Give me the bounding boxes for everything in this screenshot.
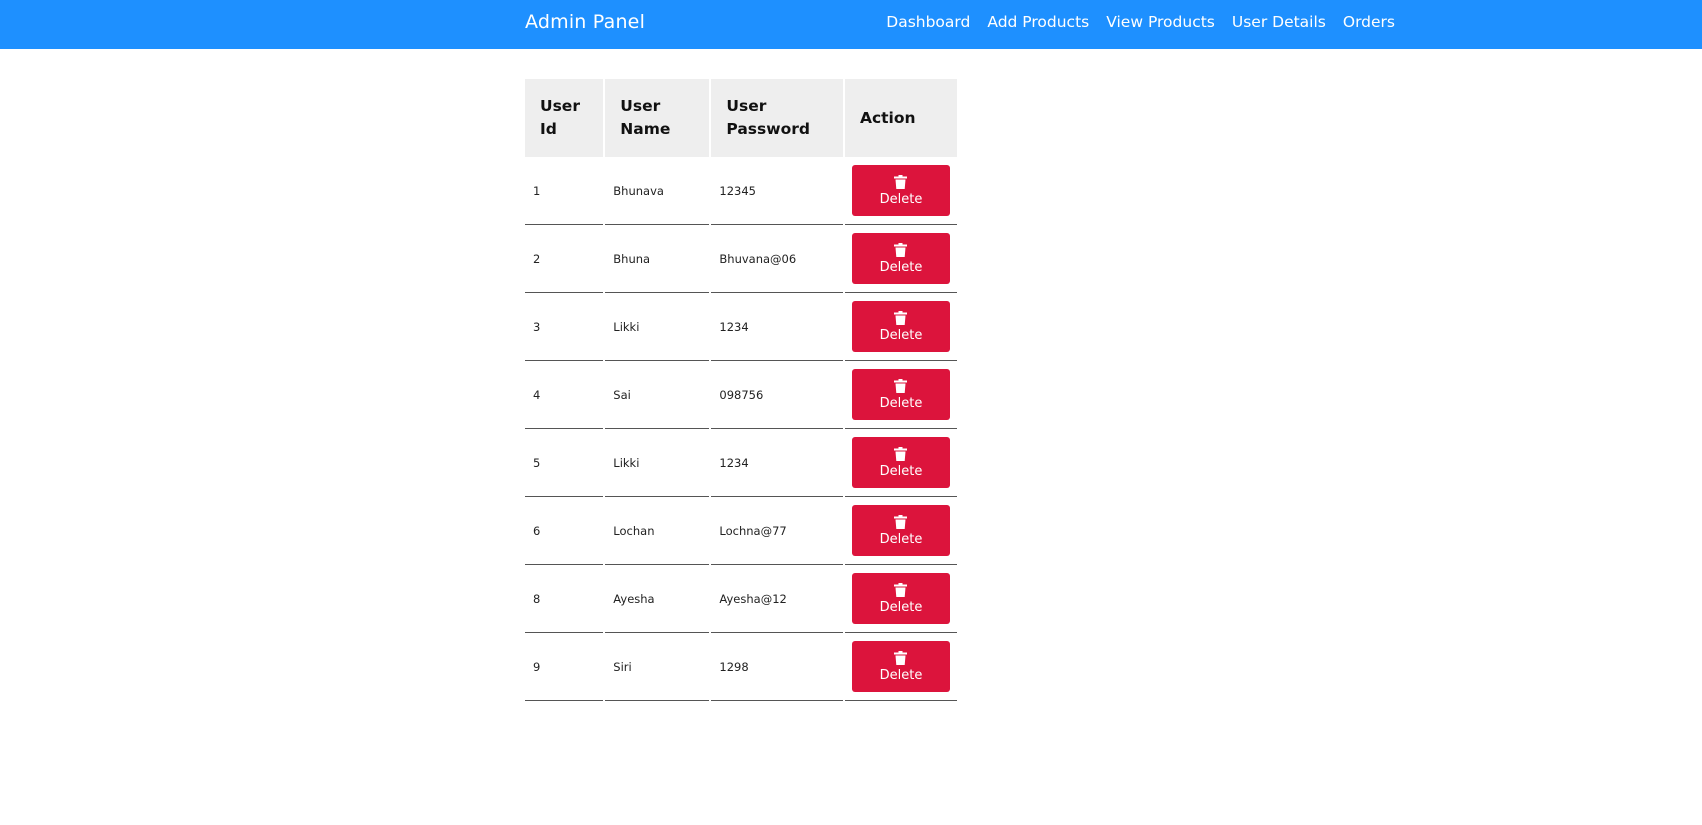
cell-action: Delete (844, 293, 957, 361)
cell-user-password: 12345 (711, 157, 843, 225)
header-action: Action (844, 79, 957, 157)
cell-user-password: Ayesha@12 (711, 565, 843, 633)
delete-button[interactable]: Delete (851, 369, 950, 420)
cell-user-id: 3 (525, 293, 604, 361)
cell-action: Delete (844, 633, 957, 701)
cell-user-name: Ayesha (605, 565, 710, 633)
delete-button-label: Delete (879, 599, 923, 615)
cell-user-id: 9 (525, 633, 604, 701)
user-table: User Id User Name User Password Action 1… (523, 79, 959, 701)
navbar: Admin Panel Dashboard Add Products View … (0, 0, 1702, 49)
cell-action: Delete (844, 565, 957, 633)
delete-button[interactable]: Delete (851, 505, 950, 556)
table-body: 1 Bhunava 12345 Delete 2 Bhuna Bhuvana@06 Delet… (525, 157, 957, 701)
trash-icon (894, 650, 908, 665)
nav-link-orders[interactable]: Orders (1343, 13, 1395, 31)
delete-button-label: Delete (879, 327, 923, 343)
trash-icon (894, 514, 908, 529)
delete-button-label: Delete (879, 191, 923, 207)
cell-user-password: Bhuvana@06 (711, 225, 843, 293)
delete-button[interactable]: Delete (851, 165, 950, 216)
table-row: 5 Likki 1234 Delete (525, 429, 957, 497)
cell-user-password: 1234 (711, 293, 843, 361)
table-row: 9 Siri 1298 Delete (525, 633, 957, 701)
brand-title[interactable]: Admin Panel (525, 11, 645, 33)
delete-button-label: Delete (879, 463, 923, 479)
cell-user-id: 8 (525, 565, 604, 633)
header-user-password: User Password (711, 79, 843, 157)
table-header-row: User Id User Name User Password Action (525, 79, 957, 157)
cell-action: Delete (844, 225, 957, 293)
delete-button-label: Delete (879, 667, 923, 683)
delete-button-label: Delete (879, 395, 923, 411)
trash-icon (894, 242, 908, 257)
table-row: 6 Lochan Lochna@77 Delete (525, 497, 957, 565)
cell-action: Delete (844, 361, 957, 429)
table-row: 1 Bhunava 12345 Delete (525, 157, 957, 225)
cell-user-password: Lochna@77 (711, 497, 843, 565)
cell-user-id: 4 (525, 361, 604, 429)
header-user-name: User Name (605, 79, 710, 157)
nav-link-dashboard[interactable]: Dashboard (886, 13, 970, 31)
cell-user-password: 098756 (711, 361, 843, 429)
trash-icon (894, 582, 908, 597)
delete-button[interactable]: Delete (851, 641, 950, 692)
table-row: 2 Bhuna Bhuvana@06 Delete (525, 225, 957, 293)
delete-button[interactable]: Delete (851, 233, 950, 284)
cell-user-id: 5 (525, 429, 604, 497)
table-row: 3 Likki 1234 Delete (525, 293, 957, 361)
nav-link-add-products[interactable]: Add Products (987, 13, 1089, 31)
table-row: 4 Sai 098756 Delete (525, 361, 957, 429)
delete-button[interactable]: Delete (851, 301, 950, 352)
cell-user-name: Siri (605, 633, 710, 701)
nav-link-view-products[interactable]: View Products (1106, 13, 1215, 31)
cell-user-id: 1 (525, 157, 604, 225)
trash-icon (894, 378, 908, 393)
trash-icon (894, 310, 908, 325)
cell-action: Delete (844, 429, 957, 497)
header-user-id: User Id (525, 79, 604, 157)
nav-links: Dashboard Add Products View Products Use… (886, 13, 1395, 31)
cell-user-name: Sai (605, 361, 710, 429)
cell-user-name: Likki (605, 429, 710, 497)
cell-user-name: Lochan (605, 497, 710, 565)
cell-user-name: Likki (605, 293, 710, 361)
cell-action: Delete (844, 157, 957, 225)
cell-action: Delete (844, 497, 957, 565)
delete-button[interactable]: Delete (851, 573, 950, 624)
cell-user-password: 1234 (711, 429, 843, 497)
user-table-container: User Id User Name User Password Action 1… (525, 79, 959, 701)
cell-user-password: 1298 (711, 633, 843, 701)
cell-user-id: 2 (525, 225, 604, 293)
cell-user-name: Bhuna (605, 225, 710, 293)
nav-link-user-details[interactable]: User Details (1232, 13, 1326, 31)
table-row: 8 Ayesha Ayesha@12 Delete (525, 565, 957, 633)
trash-icon (894, 174, 908, 189)
delete-button[interactable]: Delete (851, 437, 950, 488)
delete-button-label: Delete (879, 531, 923, 547)
trash-icon (894, 446, 908, 461)
delete-button-label: Delete (879, 259, 923, 275)
cell-user-name: Bhunava (605, 157, 710, 225)
cell-user-id: 6 (525, 497, 604, 565)
